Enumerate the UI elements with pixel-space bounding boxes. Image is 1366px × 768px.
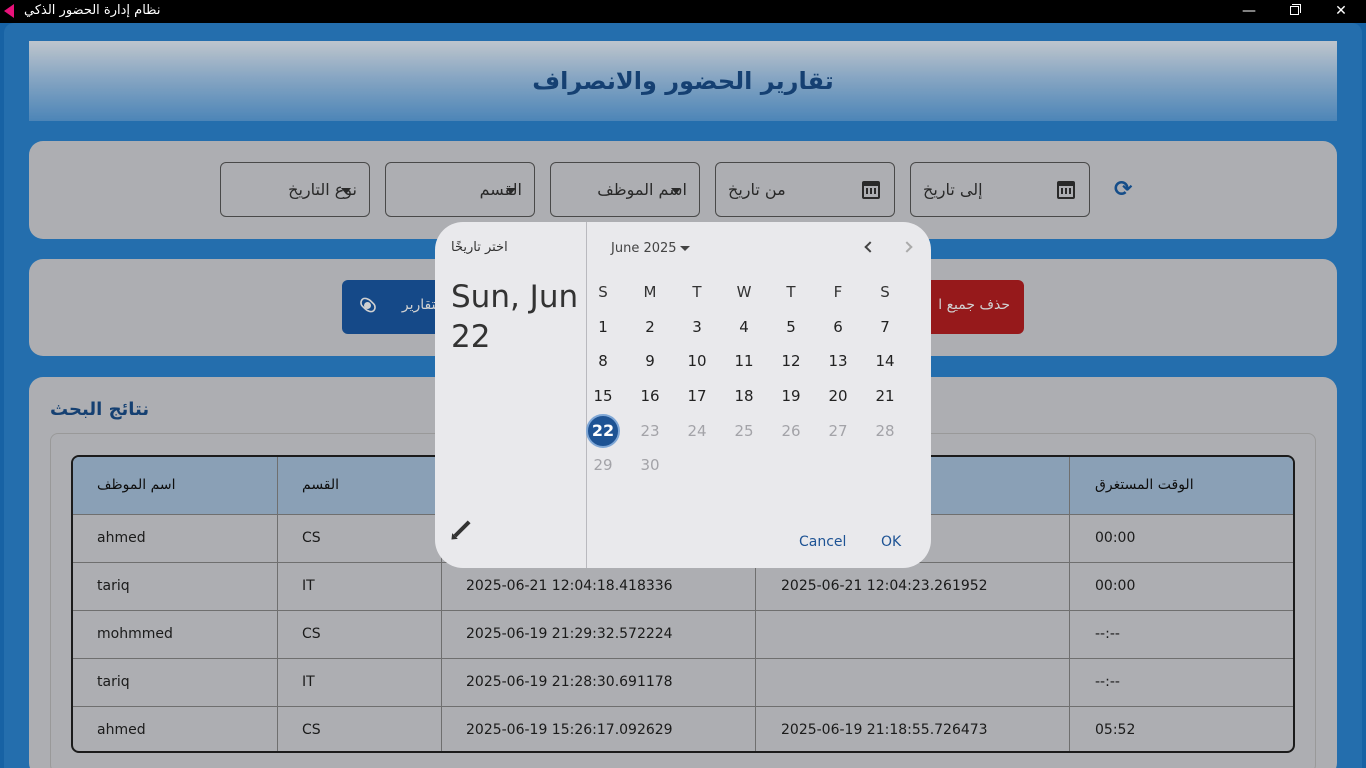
calendar-day[interactable]: 7 xyxy=(868,310,902,344)
weekday-header: M xyxy=(643,283,657,301)
minimize-button[interactable]: — xyxy=(1226,0,1272,23)
title-bar: نظام إدارة الحضور الذكي — ✕ xyxy=(0,0,1366,23)
date-picker-dialog: اختر تاريخًا Sun, Jun 22 June 2025 S M T W T… xyxy=(435,222,931,568)
calendar-day[interactable]: 2 xyxy=(633,310,667,344)
calendar-day[interactable]: 10 xyxy=(680,344,714,378)
calendar-day: 28 xyxy=(875,422,895,440)
app-logo-icon xyxy=(4,4,14,18)
calendar-day[interactable]: 12 xyxy=(774,344,808,378)
previous-month-button[interactable] xyxy=(863,241,876,253)
weekday-header: T xyxy=(786,283,796,301)
pencil-icon[interactable] xyxy=(453,520,471,538)
calendar-day[interactable]: 4 xyxy=(727,310,761,344)
calendar-day: 30 xyxy=(640,456,660,474)
calendar-day[interactable]: 14 xyxy=(868,344,902,378)
calendar-day: 25 xyxy=(734,422,754,440)
month-year-selector[interactable]: June 2025 xyxy=(611,241,677,256)
weekday-header: T xyxy=(692,283,702,301)
calendar-day: 23 xyxy=(640,422,660,440)
weekday-header: W xyxy=(736,283,752,301)
calendar-day[interactable]: 1 xyxy=(586,310,620,344)
close-button[interactable]: ✕ xyxy=(1318,0,1364,23)
chevron-right-icon xyxy=(901,241,913,253)
calendar-day[interactable]: 19 xyxy=(774,379,808,413)
calendar-day[interactable]: 16 xyxy=(633,379,667,413)
date-picker-header: اختر تاريخًا Sun, Jun 22 xyxy=(435,222,587,568)
calendar-day[interactable]: 21 xyxy=(868,379,902,413)
calendar-day[interactable]: 5 xyxy=(774,310,808,344)
calendar-day[interactable]: 22 xyxy=(586,414,620,448)
calendar-day[interactable]: 15 xyxy=(586,379,620,413)
calendar-day[interactable]: 11 xyxy=(727,344,761,378)
calendar-day[interactable]: 13 xyxy=(821,344,855,378)
selected-date-headline: Sun, Jun 22 xyxy=(451,279,579,355)
calendar-day[interactable]: 3 xyxy=(680,310,714,344)
next-month-button[interactable] xyxy=(901,241,915,253)
calendar-day[interactable]: 6 xyxy=(821,310,855,344)
calendar-day: 29 xyxy=(593,456,613,474)
chevron-down-icon[interactable] xyxy=(680,246,690,251)
calendar-day[interactable]: 8 xyxy=(586,344,620,378)
window-title: نظام إدارة الحضور الذكي xyxy=(24,3,161,18)
weekday-header: S xyxy=(598,283,608,301)
maximize-button[interactable] xyxy=(1272,0,1318,23)
weekday-header: F xyxy=(833,283,843,301)
calendar-day: 27 xyxy=(828,422,848,440)
calendar-day[interactable]: 17 xyxy=(680,379,714,413)
calendar-day[interactable]: 9 xyxy=(633,344,667,378)
date-picker-help-text: اختر تاريخًا xyxy=(451,240,508,255)
weekday-header: S xyxy=(880,283,890,301)
calendar-day[interactable]: 18 xyxy=(727,379,761,413)
calendar-day[interactable]: 20 xyxy=(821,379,855,413)
calendar-day: 26 xyxy=(781,422,801,440)
chevron-left-icon xyxy=(864,241,876,253)
calendar-day: 24 xyxy=(687,422,707,440)
cancel-button[interactable]: Cancel xyxy=(799,534,846,550)
ok-button[interactable]: OK xyxy=(881,534,901,550)
